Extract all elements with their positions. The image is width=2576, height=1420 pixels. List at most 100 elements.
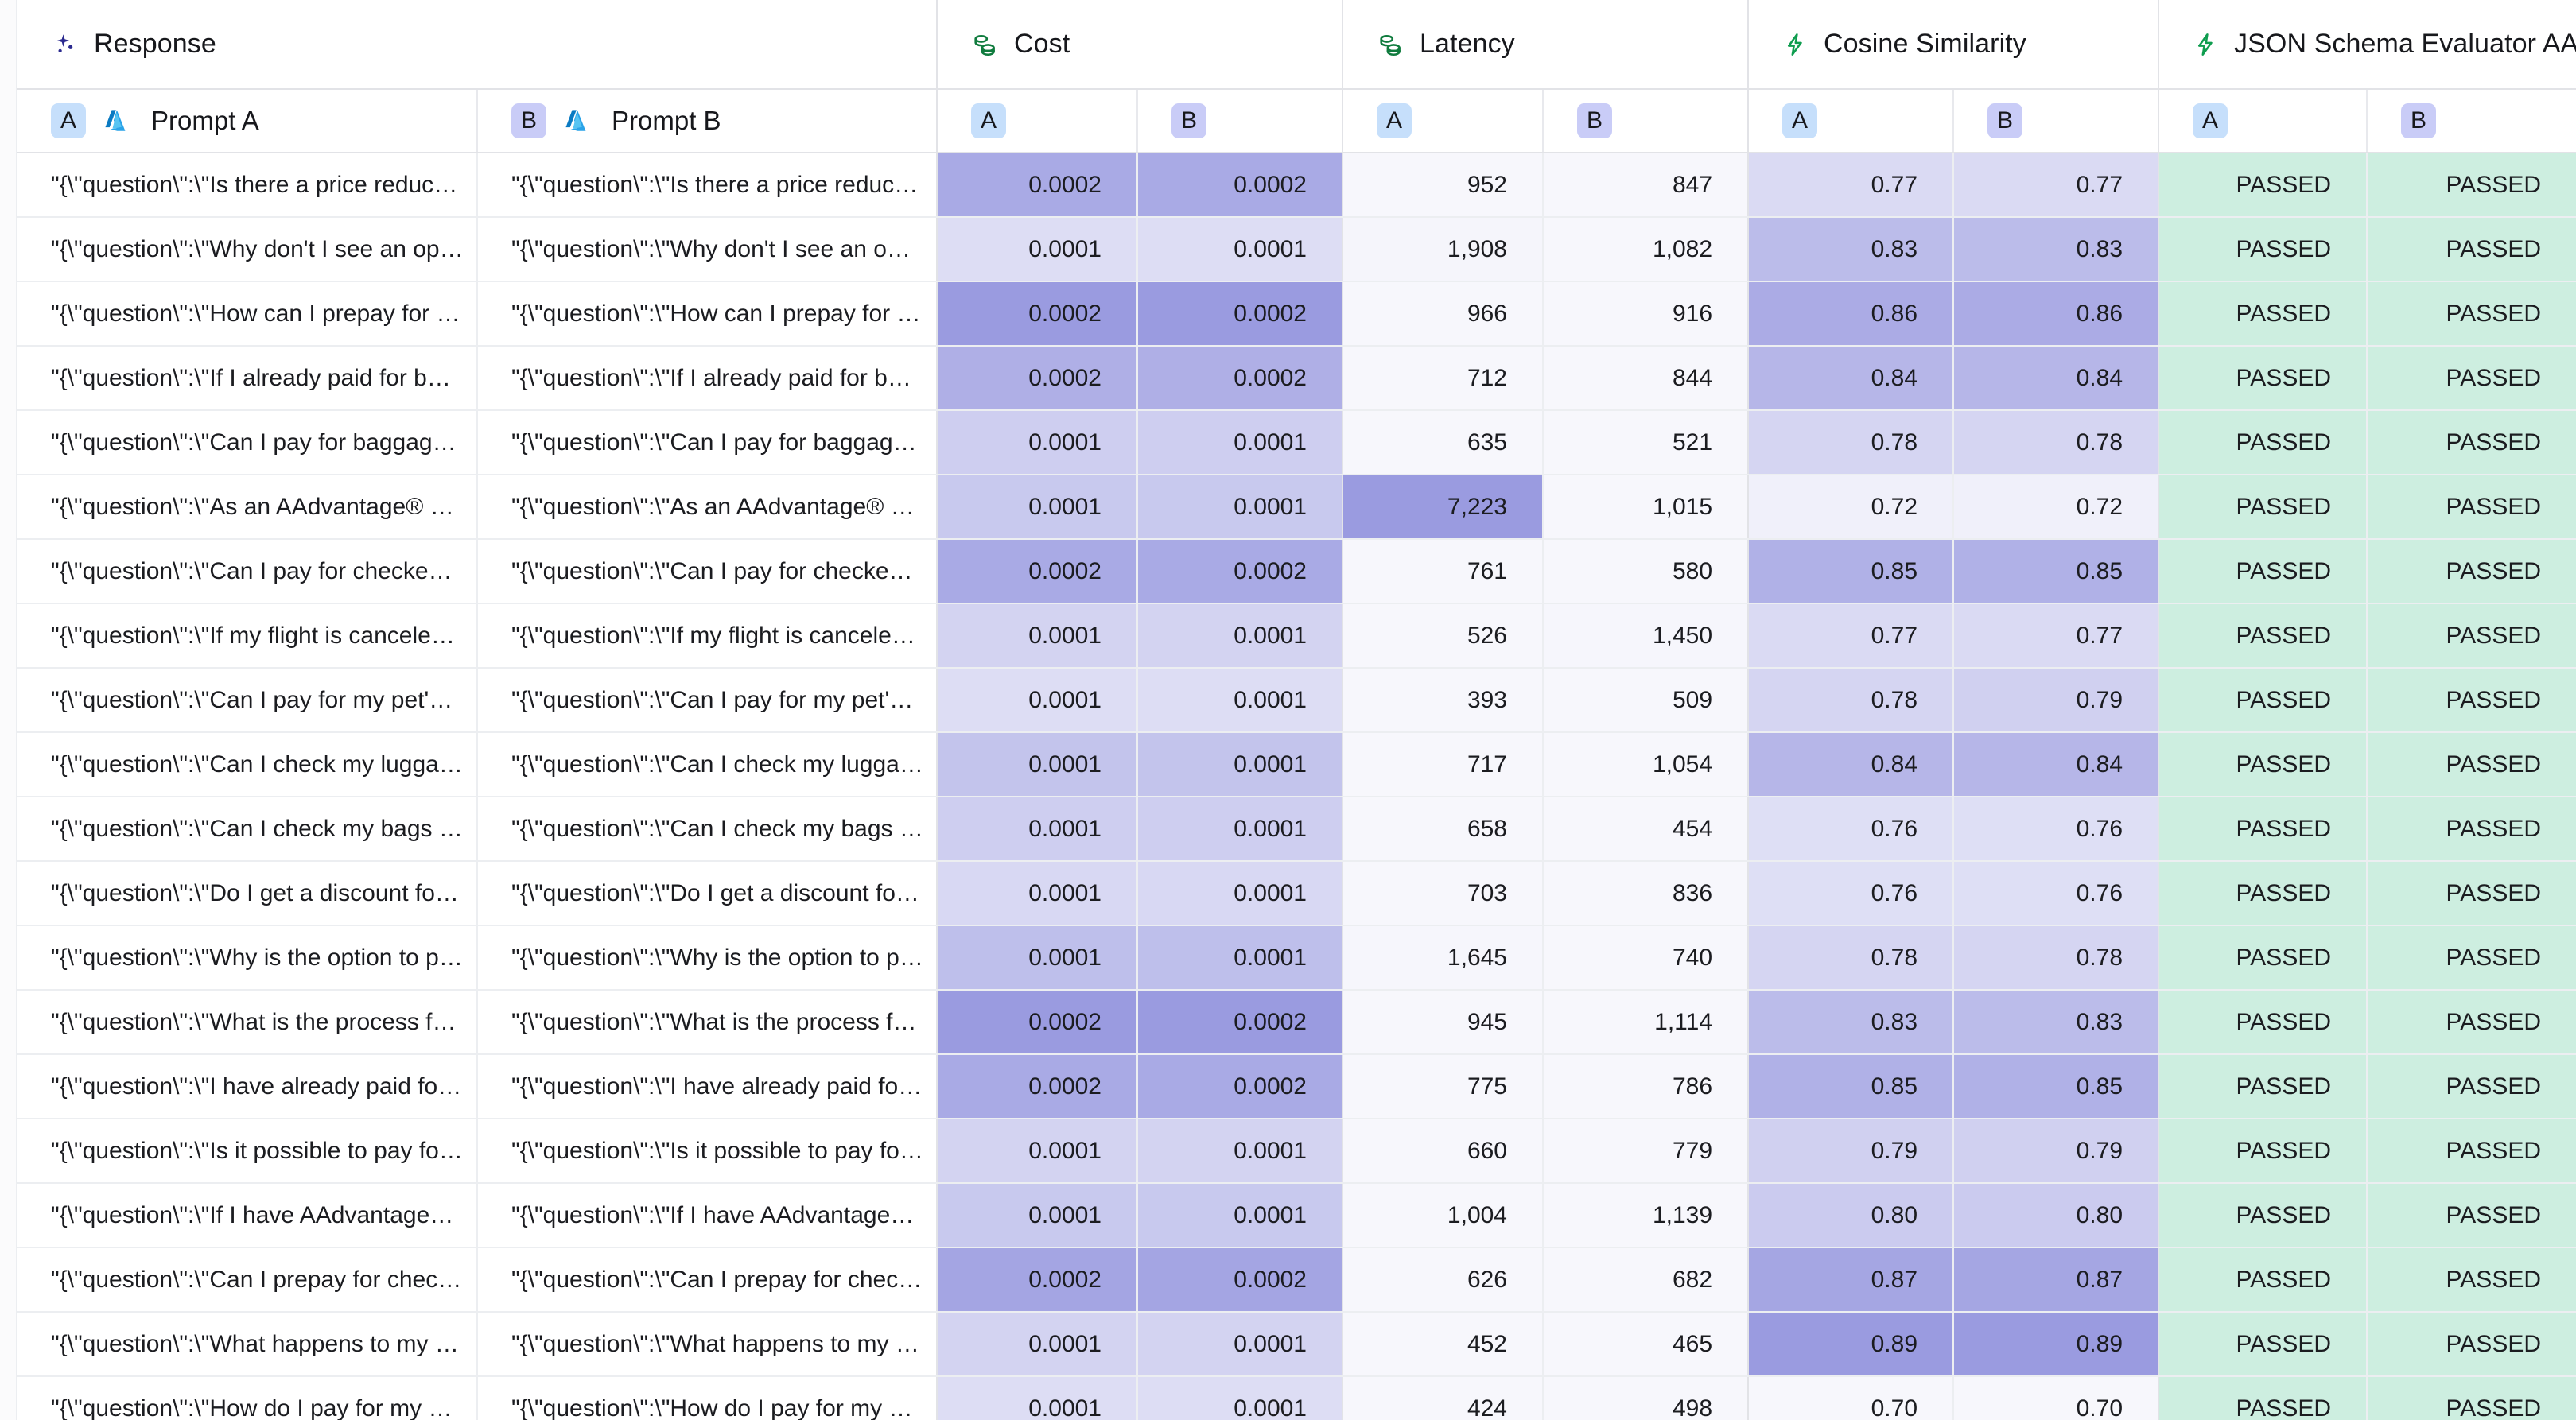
cell-latency-a[interactable]: 775 bbox=[1342, 1054, 1543, 1119]
cell-prompt-a[interactable]: "{\"question\":\"Why don't I see an opti… bbox=[17, 217, 477, 281]
cell-cost-b[interactable]: 0.0001 bbox=[1137, 732, 1342, 797]
cell-cost-b[interactable]: 0.0002 bbox=[1137, 1247, 1342, 1312]
cell-cosine-similarity-a[interactable]: 0.80 bbox=[1748, 1183, 1953, 1247]
cell-latency-a[interactable]: 952 bbox=[1342, 153, 1543, 217]
status-badge-json-schema-b[interactable]: PASSED bbox=[2367, 346, 2576, 410]
status-badge-json-schema-a[interactable]: PASSED bbox=[2158, 1119, 2367, 1183]
cell-prompt-a[interactable]: "{\"question\":\"If I already paid for b… bbox=[17, 346, 477, 410]
cell-cosine-similarity-b[interactable]: 0.83 bbox=[1953, 990, 2158, 1054]
cell-cosine-similarity-b[interactable]: 0.76 bbox=[1953, 861, 2158, 925]
cell-prompt-a[interactable]: "{\"question\":\"How can I prepay for my… bbox=[17, 281, 477, 346]
cell-latency-b[interactable]: 1,139 bbox=[1543, 1183, 1748, 1247]
cell-latency-b[interactable]: 1,450 bbox=[1543, 603, 1748, 668]
status-badge-json-schema-a[interactable]: PASSED bbox=[2158, 603, 2367, 668]
cell-cost-a[interactable]: 0.0001 bbox=[937, 603, 1137, 668]
cell-prompt-a[interactable]: "{\"question\":\"If I have AAdvantage® s… bbox=[17, 1183, 477, 1247]
cell-cost-b[interactable]: 0.0001 bbox=[1137, 1183, 1342, 1247]
cell-prompt-b[interactable]: "{\"question\":\"I have already paid for… bbox=[477, 1054, 937, 1119]
group-header-json-schema-evaluator[interactable]: JSON Schema Evaluator AA_tool bbox=[2158, 0, 2576, 89]
cell-cosine-similarity-a[interactable]: 0.86 bbox=[1748, 281, 1953, 346]
cell-latency-a[interactable]: 658 bbox=[1342, 797, 1543, 861]
status-badge-json-schema-b[interactable]: PASSED bbox=[2367, 1119, 2576, 1183]
status-badge-json-schema-a[interactable]: PASSED bbox=[2158, 925, 2367, 990]
cell-cosine-similarity-b[interactable]: 0.78 bbox=[1953, 410, 2158, 475]
cell-latency-a[interactable]: 424 bbox=[1342, 1376, 1543, 1420]
cell-cost-b[interactable]: 0.0001 bbox=[1137, 861, 1342, 925]
cell-latency-b[interactable]: 916 bbox=[1543, 281, 1748, 346]
status-badge-json-schema-b[interactable]: PASSED bbox=[2367, 475, 2576, 539]
status-badge-json-schema-a[interactable]: PASSED bbox=[2158, 281, 2367, 346]
cell-cosine-similarity-a[interactable]: 0.76 bbox=[1748, 797, 1953, 861]
sub-header-cost-a[interactable]: A bbox=[937, 89, 1137, 153]
status-badge-json-schema-b[interactable]: PASSED bbox=[2367, 990, 2576, 1054]
status-badge-json-schema-a[interactable]: PASSED bbox=[2158, 732, 2367, 797]
status-badge-json-schema-b[interactable]: PASSED bbox=[2367, 217, 2576, 281]
cell-prompt-a[interactable]: "{\"question\":\"What is the process for… bbox=[17, 990, 477, 1054]
cell-cosine-similarity-a[interactable]: 0.83 bbox=[1748, 217, 1953, 281]
status-badge-json-schema-b[interactable]: PASSED bbox=[2367, 1376, 2576, 1420]
cell-cost-a[interactable]: 0.0002 bbox=[937, 281, 1137, 346]
cell-latency-a[interactable]: 393 bbox=[1342, 668, 1543, 732]
cell-prompt-b[interactable]: "{\"question\":\"Why don't I see an opti… bbox=[477, 217, 937, 281]
sub-header-cosine-similarity-a[interactable]: A bbox=[1748, 89, 1953, 153]
sub-header-cost-b[interactable]: B bbox=[1137, 89, 1342, 153]
table-row[interactable]: "{\"question\":\"How do I pay for my pet… bbox=[0, 1376, 2576, 1420]
cell-prompt-a[interactable]: "{\"question\":\"Can I check my bags if … bbox=[17, 797, 477, 861]
cell-prompt-a[interactable]: "{\"question\":\"Why is the option to pr… bbox=[17, 925, 477, 990]
cell-cost-b[interactable]: 0.0001 bbox=[1137, 1312, 1342, 1376]
cell-cost-a[interactable]: 0.0002 bbox=[937, 990, 1137, 1054]
table-row[interactable]: "{\"question\":\"Is it possible to pay f… bbox=[0, 1119, 2576, 1183]
table-row[interactable]: "{\"question\":\"Is there a price reduct… bbox=[0, 153, 2576, 217]
cell-cosine-similarity-a[interactable]: 0.83 bbox=[1748, 990, 1953, 1054]
status-badge-json-schema-a[interactable]: PASSED bbox=[2158, 346, 2367, 410]
cell-latency-a[interactable]: 945 bbox=[1342, 990, 1543, 1054]
cell-cosine-similarity-a[interactable]: 0.78 bbox=[1748, 668, 1953, 732]
cell-cost-a[interactable]: 0.0001 bbox=[937, 668, 1137, 732]
table-row[interactable]: "{\"question\":\"Can I pay for checked b… bbox=[0, 539, 2576, 603]
cell-cost-b[interactable]: 0.0001 bbox=[1137, 410, 1342, 475]
cell-latency-a[interactable]: 703 bbox=[1342, 861, 1543, 925]
cell-latency-a[interactable]: 761 bbox=[1342, 539, 1543, 603]
cell-prompt-a[interactable]: "{\"question\":\"Can I pay for checked b… bbox=[17, 539, 477, 603]
cell-cost-a[interactable]: 0.0001 bbox=[937, 217, 1137, 281]
cell-prompt-b[interactable]: "{\"question\":\"What is the process for… bbox=[477, 990, 937, 1054]
cell-latency-b[interactable]: 682 bbox=[1543, 1247, 1748, 1312]
cell-prompt-a[interactable]: "{\"question\":\"What happens to my bagg… bbox=[17, 1312, 477, 1376]
status-badge-json-schema-b[interactable]: PASSED bbox=[2367, 1183, 2576, 1247]
sub-header-latency-a[interactable]: A bbox=[1342, 89, 1543, 153]
status-badge-json-schema-b[interactable]: PASSED bbox=[2367, 539, 2576, 603]
cell-cost-a[interactable]: 0.0001 bbox=[937, 1119, 1137, 1183]
group-header-cost[interactable]: Cost bbox=[937, 0, 1342, 89]
cell-cost-a[interactable]: 0.0002 bbox=[937, 539, 1137, 603]
cell-cost-a[interactable]: 0.0001 bbox=[937, 1376, 1137, 1420]
cell-latency-b[interactable]: 454 bbox=[1543, 797, 1748, 861]
cell-prompt-b[interactable]: "{\"question\":\"Is there a price reduct… bbox=[477, 153, 937, 217]
cell-prompt-a[interactable]: "{\"question\":\"Is there a price reduct… bbox=[17, 153, 477, 217]
cell-cosine-similarity-a[interactable]: 0.84 bbox=[1748, 346, 1953, 410]
status-badge-json-schema-b[interactable]: PASSED bbox=[2367, 1054, 2576, 1119]
cell-prompt-b[interactable]: "{\"question\":\"Can I check my bags if … bbox=[477, 797, 937, 861]
table-row[interactable]: "{\"question\":\"How can I prepay for my… bbox=[0, 281, 2576, 346]
sub-header-cosine-similarity-b[interactable]: B bbox=[1953, 89, 2158, 153]
cell-cost-a[interactable]: 0.0001 bbox=[937, 925, 1137, 990]
cell-cosine-similarity-a[interactable]: 0.84 bbox=[1748, 732, 1953, 797]
cell-prompt-a[interactable]: "{\"question\":\"Is it possible to pay f… bbox=[17, 1119, 477, 1183]
cell-cost-b[interactable]: 0.0001 bbox=[1137, 1376, 1342, 1420]
cell-latency-a[interactable]: 626 bbox=[1342, 1247, 1543, 1312]
cell-cost-b[interactable]: 0.0001 bbox=[1137, 475, 1342, 539]
cell-prompt-b[interactable]: "{\"question\":\"As an AAdvantage® statu… bbox=[477, 475, 937, 539]
status-badge-json-schema-a[interactable]: PASSED bbox=[2158, 1376, 2367, 1420]
status-badge-json-schema-b[interactable]: PASSED bbox=[2367, 732, 2576, 797]
cell-latency-b[interactable]: 740 bbox=[1543, 925, 1748, 990]
cell-latency-b[interactable]: 847 bbox=[1543, 153, 1748, 217]
table-row[interactable]: "{\"question\":\"Can I pay for my pet's … bbox=[0, 668, 2576, 732]
status-badge-json-schema-b[interactable]: PASSED bbox=[2367, 1247, 2576, 1312]
cell-cosine-similarity-b[interactable]: 0.77 bbox=[1953, 603, 2158, 668]
status-badge-json-schema-a[interactable]: PASSED bbox=[2158, 410, 2367, 475]
cell-cosine-similarity-b[interactable]: 0.79 bbox=[1953, 668, 2158, 732]
cell-cost-a[interactable]: 0.0001 bbox=[937, 1312, 1137, 1376]
sub-header-prompt-a[interactable]: A Prompt A bbox=[17, 89, 477, 153]
cell-prompt-a[interactable]: "{\"question\":\"Can I pay for baggage f… bbox=[17, 410, 477, 475]
table-row[interactable]: "{\"question\":\"Can I pay for baggage f… bbox=[0, 410, 2576, 475]
cell-cosine-similarity-a[interactable]: 0.85 bbox=[1748, 539, 1953, 603]
